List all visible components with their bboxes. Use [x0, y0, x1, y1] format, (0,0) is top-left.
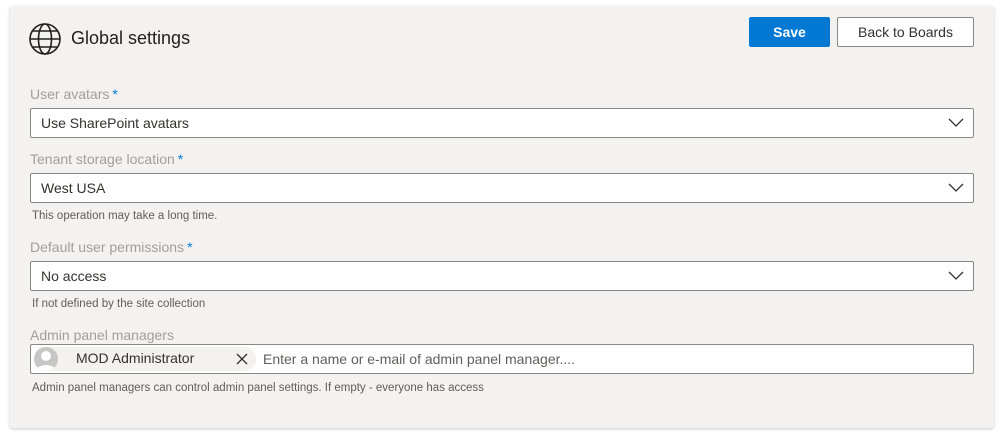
tenant-storage-dropdown[interactable]: West USA — [30, 173, 974, 203]
default-permissions-dropdown[interactable]: No access — [30, 261, 974, 291]
chevron-down-icon — [948, 271, 964, 280]
required-marker: * — [112, 86, 118, 102]
user-avatars-label: User avatars * — [30, 86, 118, 102]
persona-name: MOD Administrator — [76, 350, 195, 366]
required-marker: * — [187, 239, 193, 255]
back-to-boards-button[interactable]: Back to Boards — [837, 17, 974, 47]
persona-chip[interactable]: MOD Administrator — [34, 347, 256, 371]
user-avatars-dropdown[interactable]: Use SharePoint avatars — [30, 108, 974, 138]
chevron-down-icon — [948, 118, 964, 127]
remove-persona-button[interactable] — [230, 347, 254, 371]
default-permissions-value: No access — [41, 268, 107, 284]
user-avatars-value: Use SharePoint avatars — [41, 115, 189, 131]
admin-managers-input[interactable] — [263, 349, 963, 369]
admin-managers-hint: Admin panel managers can control admin p… — [32, 382, 484, 394]
default-permissions-label: Default user permissions * — [30, 239, 193, 255]
chevron-down-icon — [948, 183, 964, 192]
save-button[interactable]: Save — [749, 17, 830, 47]
avatar — [34, 347, 58, 371]
close-icon — [236, 353, 248, 365]
default-permissions-hint: If not defined by the site collection — [32, 298, 206, 310]
tenant-storage-label: Tenant storage location * — [30, 151, 184, 167]
page-title: Global settings — [71, 28, 191, 48]
admin-managers-picker: MOD Administrator — [30, 344, 974, 374]
tenant-storage-value: West USA — [41, 180, 106, 196]
required-marker: * — [177, 151, 184, 167]
tenant-storage-hint: This operation may take a long time. — [32, 210, 218, 222]
globe-icon — [29, 23, 61, 55]
admin-managers-label: Admin panel managers — [30, 327, 174, 343]
person-icon — [36, 351, 56, 371]
